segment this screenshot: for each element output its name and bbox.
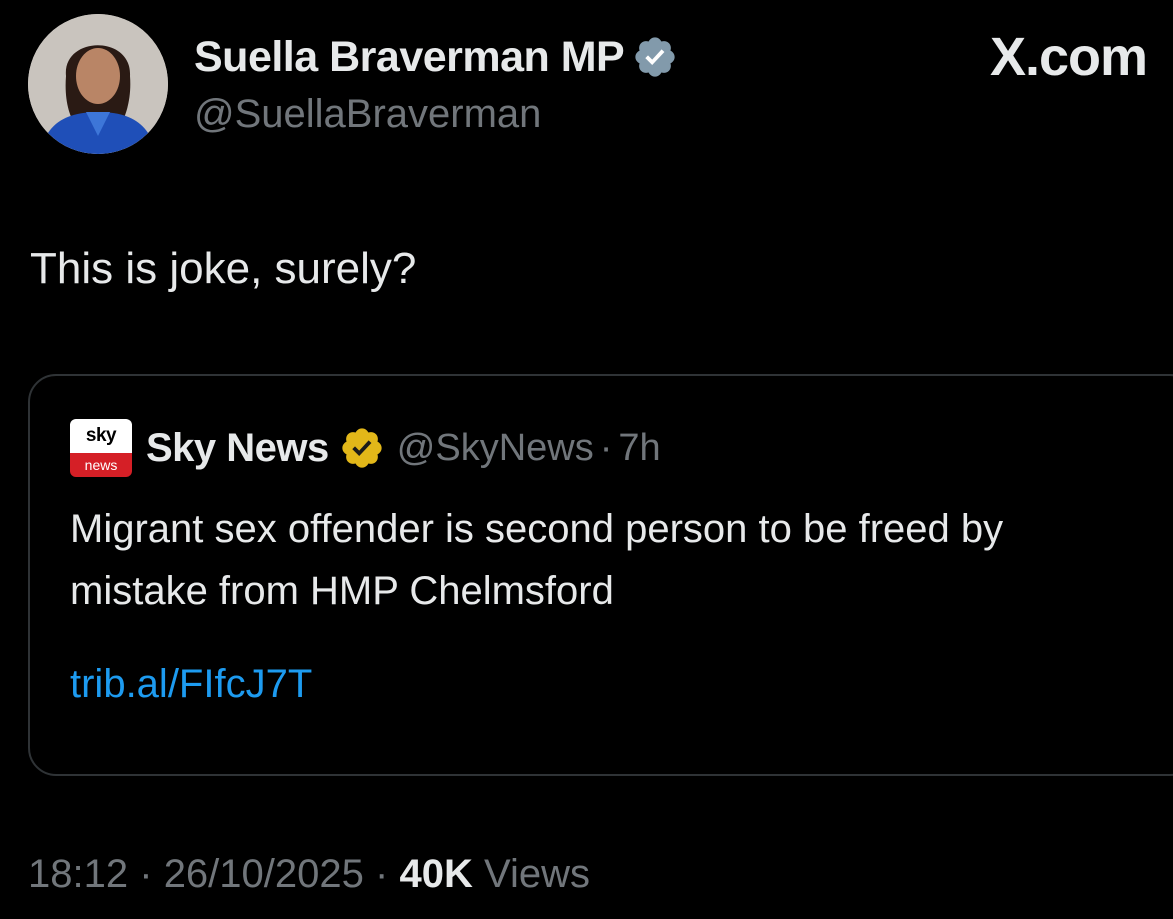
- news-logo-text: news: [70, 453, 132, 477]
- quoted-tweet-link[interactable]: trib.al/FIfcJ7T: [70, 662, 312, 707]
- gray-verified-icon: [635, 37, 675, 77]
- gold-verified-icon: [342, 428, 382, 468]
- x-brand-label: X.com: [989, 27, 1148, 87]
- quoted-tweet-card[interactable]: sky news Sky News @SkyNews · 7h Migrant …: [28, 374, 1173, 776]
- tweet-text: This is joke, surely?: [30, 244, 417, 293]
- tweet-meta: 18:12 · 26/10/2025 · 40K Views: [28, 852, 590, 897]
- views-count: 40K: [399, 852, 473, 896]
- views-label: Views: [483, 852, 590, 896]
- author-handle[interactable]: @SuellaBraverman: [194, 92, 541, 137]
- meta-separator: ·: [375, 852, 389, 896]
- author-name[interactable]: Suella Braverman MP: [194, 33, 625, 82]
- meta-separator: ·: [139, 852, 153, 896]
- quoted-tweet-age[interactable]: 7h: [618, 427, 660, 470]
- author-avatar[interactable]: [28, 14, 168, 154]
- sky-news-logo[interactable]: sky news: [70, 419, 132, 477]
- avatar-photo: [28, 14, 168, 154]
- tweet-time[interactable]: 18:12: [28, 852, 128, 896]
- sky-logo-text: sky: [70, 419, 132, 453]
- quoted-author-handle[interactable]: @SkyNews: [397, 427, 594, 470]
- quoted-separator: ·: [599, 426, 613, 469]
- quoted-author-name[interactable]: Sky News: [146, 426, 329, 471]
- quoted-tweet-text: Migrant sex offender is second person to…: [70, 507, 1004, 613]
- tweet-date[interactable]: 26/10/2025: [164, 852, 364, 896]
- quoted-tweet-header: sky news Sky News @SkyNews · 7h: [70, 418, 661, 478]
- author-name-row[interactable]: Suella Braverman MP: [194, 30, 678, 84]
